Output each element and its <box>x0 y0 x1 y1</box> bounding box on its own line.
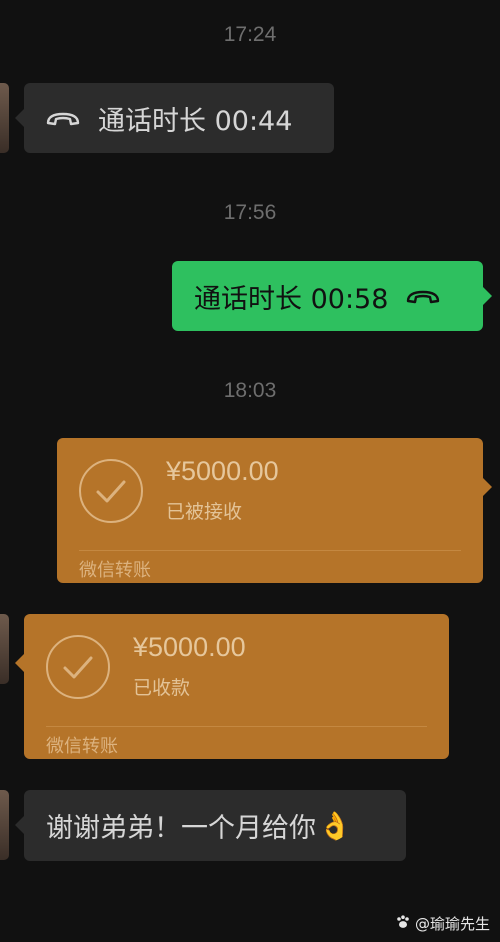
transfer-card-received[interactable]: ¥5000.00 已收款 微信转账 <box>15 614 449 759</box>
divider <box>79 550 461 551</box>
transfer-status: 已收款 <box>133 677 191 699</box>
check-circle-icon <box>46 635 110 699</box>
paw-icon <box>395 914 411 934</box>
outgoing-call-bubble[interactable]: 通话时长 00:58 <box>172 261 492 331</box>
transfer-status: 已被接收 <box>166 501 243 523</box>
transfer-amount: ¥5000.00 <box>133 632 246 662</box>
transfer-amount: ¥5000.00 <box>166 456 279 486</box>
incoming-call-bubble[interactable]: 通话时长 00:44 <box>15 83 334 153</box>
call-duration-text: 通话时长 00:58 <box>194 283 389 315</box>
timestamp: 18:03 <box>223 379 277 402</box>
timestamp: 17:56 <box>223 201 277 224</box>
avatar[interactable] <box>0 83 9 153</box>
avatar[interactable] <box>0 790 9 860</box>
call-duration-text: 通话时长 00:44 <box>98 105 293 137</box>
transfer-card-sent[interactable]: ¥5000.00 已被接收 微信转账 <box>57 438 492 583</box>
check-circle-icon <box>79 459 143 523</box>
transfer-footer-label: 微信转账 <box>46 736 118 757</box>
phone-hangup-icon <box>406 281 440 312</box>
ok-hand-emoji-icon: 👌 <box>318 810 352 842</box>
transfer-footer-label: 微信转账 <box>79 560 151 581</box>
incoming-text-bubble[interactable]: 谢谢弟弟！一个月给你 👌 <box>15 790 406 861</box>
divider <box>46 726 427 727</box>
phone-hangup-icon <box>46 103 80 134</box>
timestamp: 17:24 <box>223 23 277 46</box>
message-text: 谢谢弟弟！一个月给你 <box>46 813 316 844</box>
watermark: @瑜瑜先生 <box>395 913 490 934</box>
watermark-text: @瑜瑜先生 <box>414 915 490 933</box>
avatar[interactable] <box>0 614 9 684</box>
